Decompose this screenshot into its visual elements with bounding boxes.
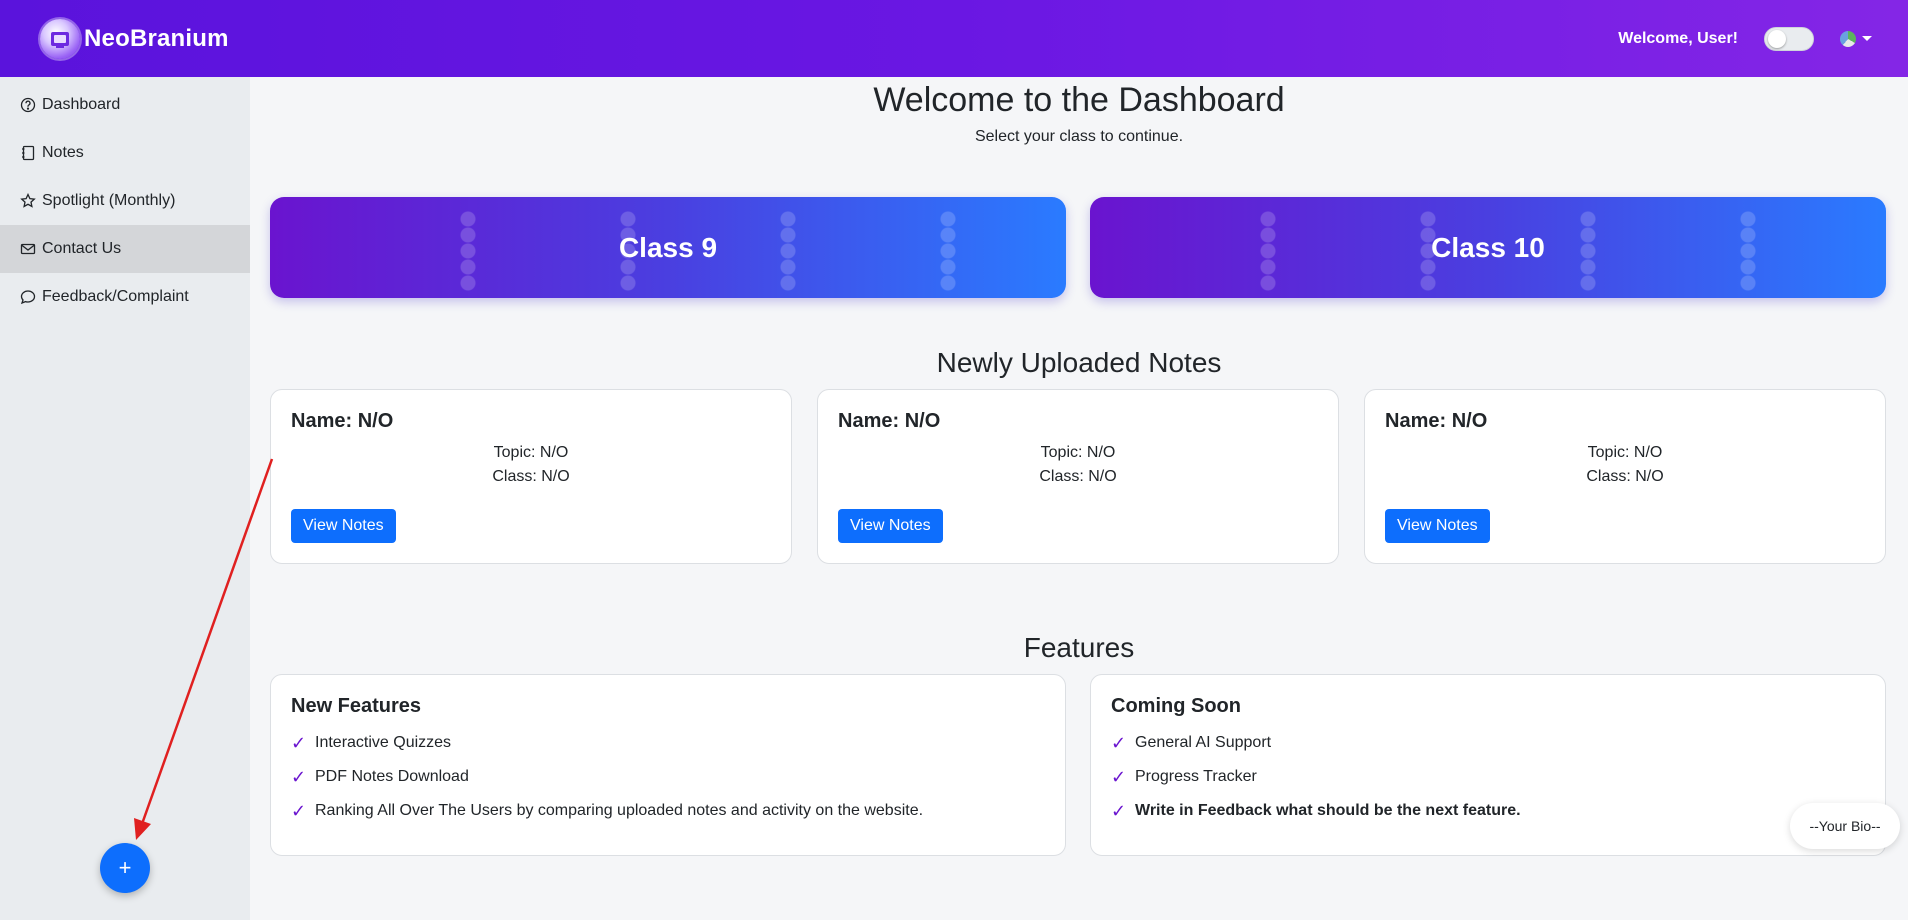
page-subtitle: Select your class to continue. [974, 128, 1184, 145]
view-notes-button[interactable]: View Notes [1385, 509, 1490, 543]
feature-list-item: ✓ Progress Tracker [1111, 760, 1865, 794]
brand-logo-icon [40, 18, 80, 59]
sidebar-item-feedback[interactable]: Feedback/Complaint [0, 273, 250, 321]
note-name: Name: N/O [1385, 410, 1488, 432]
feature-list-item: ✓ General AI Support [1111, 726, 1865, 760]
question-circle-icon [20, 97, 36, 113]
note-card: Name: N/O Topic: N/O Class: N/O View Not… [270, 389, 792, 564]
feature-text: Ranking All Over The Users by comparing … [315, 802, 924, 819]
sidebar-item-label: Contact Us [42, 240, 122, 257]
decorative-dots [460, 211, 476, 291]
brand-name: NeoBranium [84, 24, 229, 52]
toggle-knob [1768, 29, 1786, 48]
feature-list-item: ✓ PDF Notes Download [291, 760, 1045, 794]
feature-text: PDF Notes Download [315, 768, 469, 785]
decorative-dots [940, 211, 956, 291]
brand-link[interactable]: NeoBranium [40, 18, 229, 59]
sidebar-item-label: Spotlight (Monthly) [42, 192, 176, 209]
star-icon [20, 193, 36, 208]
sidebar-item-dashboard[interactable]: Dashboard [0, 81, 250, 129]
note-topic: Topic: N/O [493, 444, 569, 461]
note-card: Name: N/O Topic: N/O Class: N/O View Not… [817, 389, 1339, 564]
sidebar-item-label: Dashboard [42, 96, 121, 113]
feature-text: Interactive Quizzes [315, 734, 452, 751]
class-card-10[interactable]: Class 10 [1090, 197, 1886, 298]
profile-dropdown[interactable] [1840, 30, 1872, 47]
top-navbar: NeoBranium Welcome, User! [0, 0, 1908, 77]
feature-list-item: ✓ Ranking All Over The Users by comparin… [291, 794, 1045, 828]
view-notes-button[interactable]: View Notes [838, 509, 943, 543]
feature-text: General AI Support [1135, 734, 1272, 751]
note-card: Name: N/O Topic: N/O Class: N/O View Not… [1364, 389, 1886, 564]
sidebar-item-label: Feedback/Complaint [42, 288, 189, 305]
check-icon: ✓ [1111, 766, 1127, 787]
main-content: Welcome to the Dashboard Select your cla… [250, 77, 1908, 920]
note-topic: Topic: N/O [1040, 444, 1116, 461]
feature-text: Progress Tracker [1135, 768, 1257, 785]
note-class: Class: N/O [1586, 468, 1664, 485]
note-name: Name: N/O [291, 410, 394, 432]
note-class: Class: N/O [1039, 468, 1117, 485]
class-card-label: Class 9 [618, 231, 718, 263]
check-icon: ✓ [291, 766, 307, 787]
check-icon: ✓ [1111, 800, 1127, 821]
feature-list-item: ✓ Interactive Quizzes [291, 726, 1045, 760]
bio-popup[interactable]: --Your Bio-- [1790, 803, 1900, 849]
feature-list-item: ✓ Write in Feedback what should be the n… [1111, 794, 1865, 828]
sidebar-item-contact-us[interactable]: Contact Us [0, 225, 250, 273]
avatar [1840, 30, 1856, 47]
notebook-icon [22, 145, 35, 161]
features-section-title: Features [1023, 632, 1135, 663]
theme-toggle[interactable] [1764, 26, 1814, 51]
view-notes-button[interactable]: View Notes [291, 509, 396, 543]
decorative-dots [780, 211, 796, 291]
feature-card-title: Coming Soon [1111, 695, 1241, 717]
chat-bubble-icon [20, 290, 36, 305]
class-card-9[interactable]: Class 9 [270, 197, 1066, 298]
note-topic: Topic: N/O [1587, 444, 1663, 461]
sidebar-item-label: Notes [42, 144, 84, 161]
feature-text: Write in Feedback what should be the nex… [1135, 802, 1521, 819]
welcome-text: Welcome, User! [1618, 29, 1738, 47]
note-name: Name: N/O [838, 410, 941, 432]
class-card-label: Class 10 [1431, 231, 1545, 263]
decorative-dots [1260, 211, 1276, 291]
new-features-card: New Features ✓ Interactive Quizzes ✓ PDF… [270, 674, 1066, 856]
notes-section-title: Newly Uploaded Notes [936, 347, 1222, 378]
check-icon: ✓ [291, 732, 307, 753]
navbar-right: Welcome, User! [1618, 26, 1872, 51]
caret-down-icon [1862, 36, 1872, 41]
feature-card-title: New Features [291, 695, 422, 717]
note-class: Class: N/O [492, 468, 570, 485]
sidebar-item-spotlight[interactable]: Spotlight (Monthly) [0, 177, 250, 225]
sidebar-item-notes[interactable]: Notes [0, 129, 250, 177]
coming-soon-card: Coming Soon ✓ General AI Support ✓ Progr… [1090, 674, 1886, 856]
decorative-dots [1580, 211, 1596, 291]
check-icon: ✓ [291, 800, 307, 821]
page-title: Welcome to the Dashboard [873, 81, 1285, 119]
envelope-icon [20, 243, 36, 255]
add-button[interactable]: + [100, 843, 150, 893]
decorative-dots [1740, 211, 1756, 291]
check-icon: ✓ [1111, 732, 1127, 753]
sidebar: Dashboard Notes Spotlight (Monthly) Cont… [0, 77, 250, 920]
